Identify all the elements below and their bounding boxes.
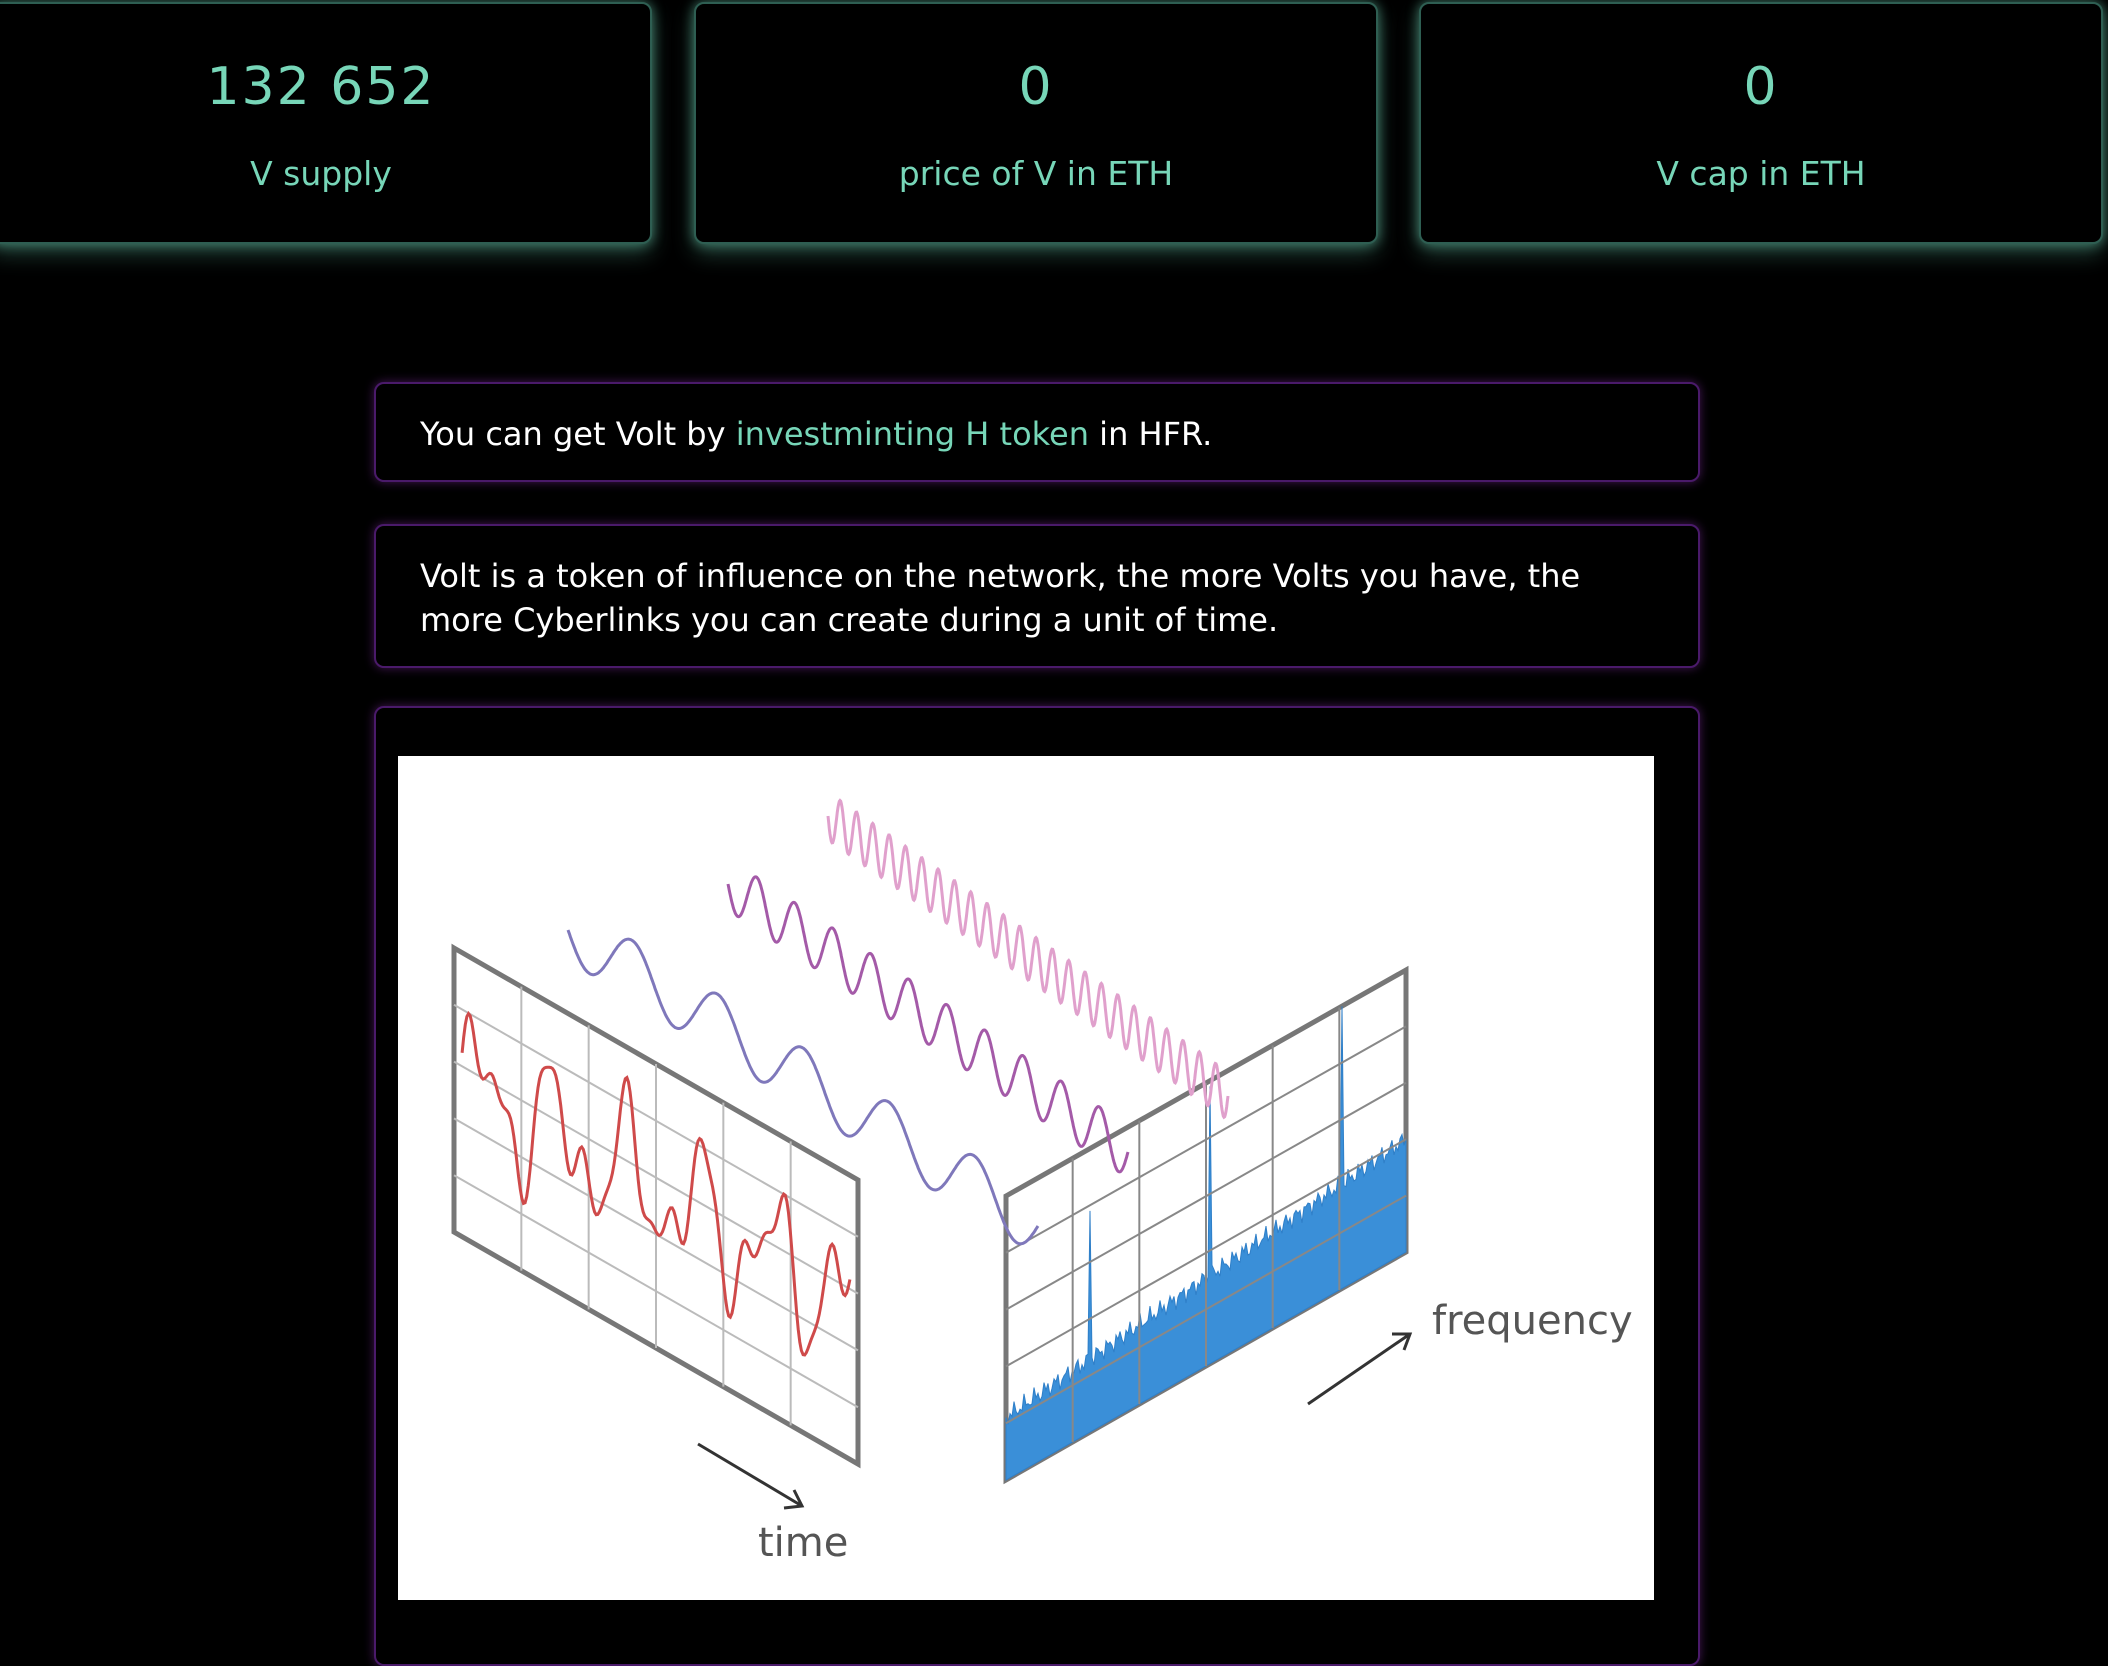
price-value: 0 <box>1018 57 1054 117</box>
time-label: time <box>758 1520 848 1566</box>
investminting-link[interactable]: investminting H token <box>736 415 1089 453</box>
get-volt-suffix: in HFR. <box>1089 415 1213 453</box>
frequency-arrow <box>1307 1332 1413 1406</box>
volt-description-line-1: Volt is a token of influence on the netw… <box>420 557 1581 595</box>
cap-value: 0 <box>1743 57 1779 117</box>
v-supply-value: 132 652 <box>206 57 436 117</box>
time-arrow <box>697 1442 805 1510</box>
stat-card-cap: 0 V cap in ETH <box>1419 2 2103 244</box>
stat-card-v-supply: 132 652 V supply <box>0 2 652 244</box>
component-wave-mid <box>726 875 1130 1174</box>
get-volt-text: You can get Volt by investminting H toke… <box>420 412 1654 456</box>
frequency-label: frequency <box>1432 1298 1633 1344</box>
info-card-volt-description: Volt is a token of influence on the netw… <box>374 524 1700 668</box>
price-label: price of V in ETH <box>898 154 1174 193</box>
volt-description: Volt is a token of influence on the netw… <box>420 554 1654 642</box>
volt-description-line-2: more Cyberlinks you can create during a … <box>420 601 1279 639</box>
get-volt-prefix: You can get Volt by <box>420 415 736 453</box>
info-card-get-volt: You can get Volt by investminting H toke… <box>374 382 1700 482</box>
v-supply-label: V supply <box>250 154 392 193</box>
cap-label: V cap in ETH <box>1656 154 1866 193</box>
illustration-card: time frequency <box>374 706 1700 1666</box>
stat-card-price: 0 price of V in ETH <box>694 2 1378 244</box>
fourier-illustration: time frequency <box>398 756 1654 1600</box>
